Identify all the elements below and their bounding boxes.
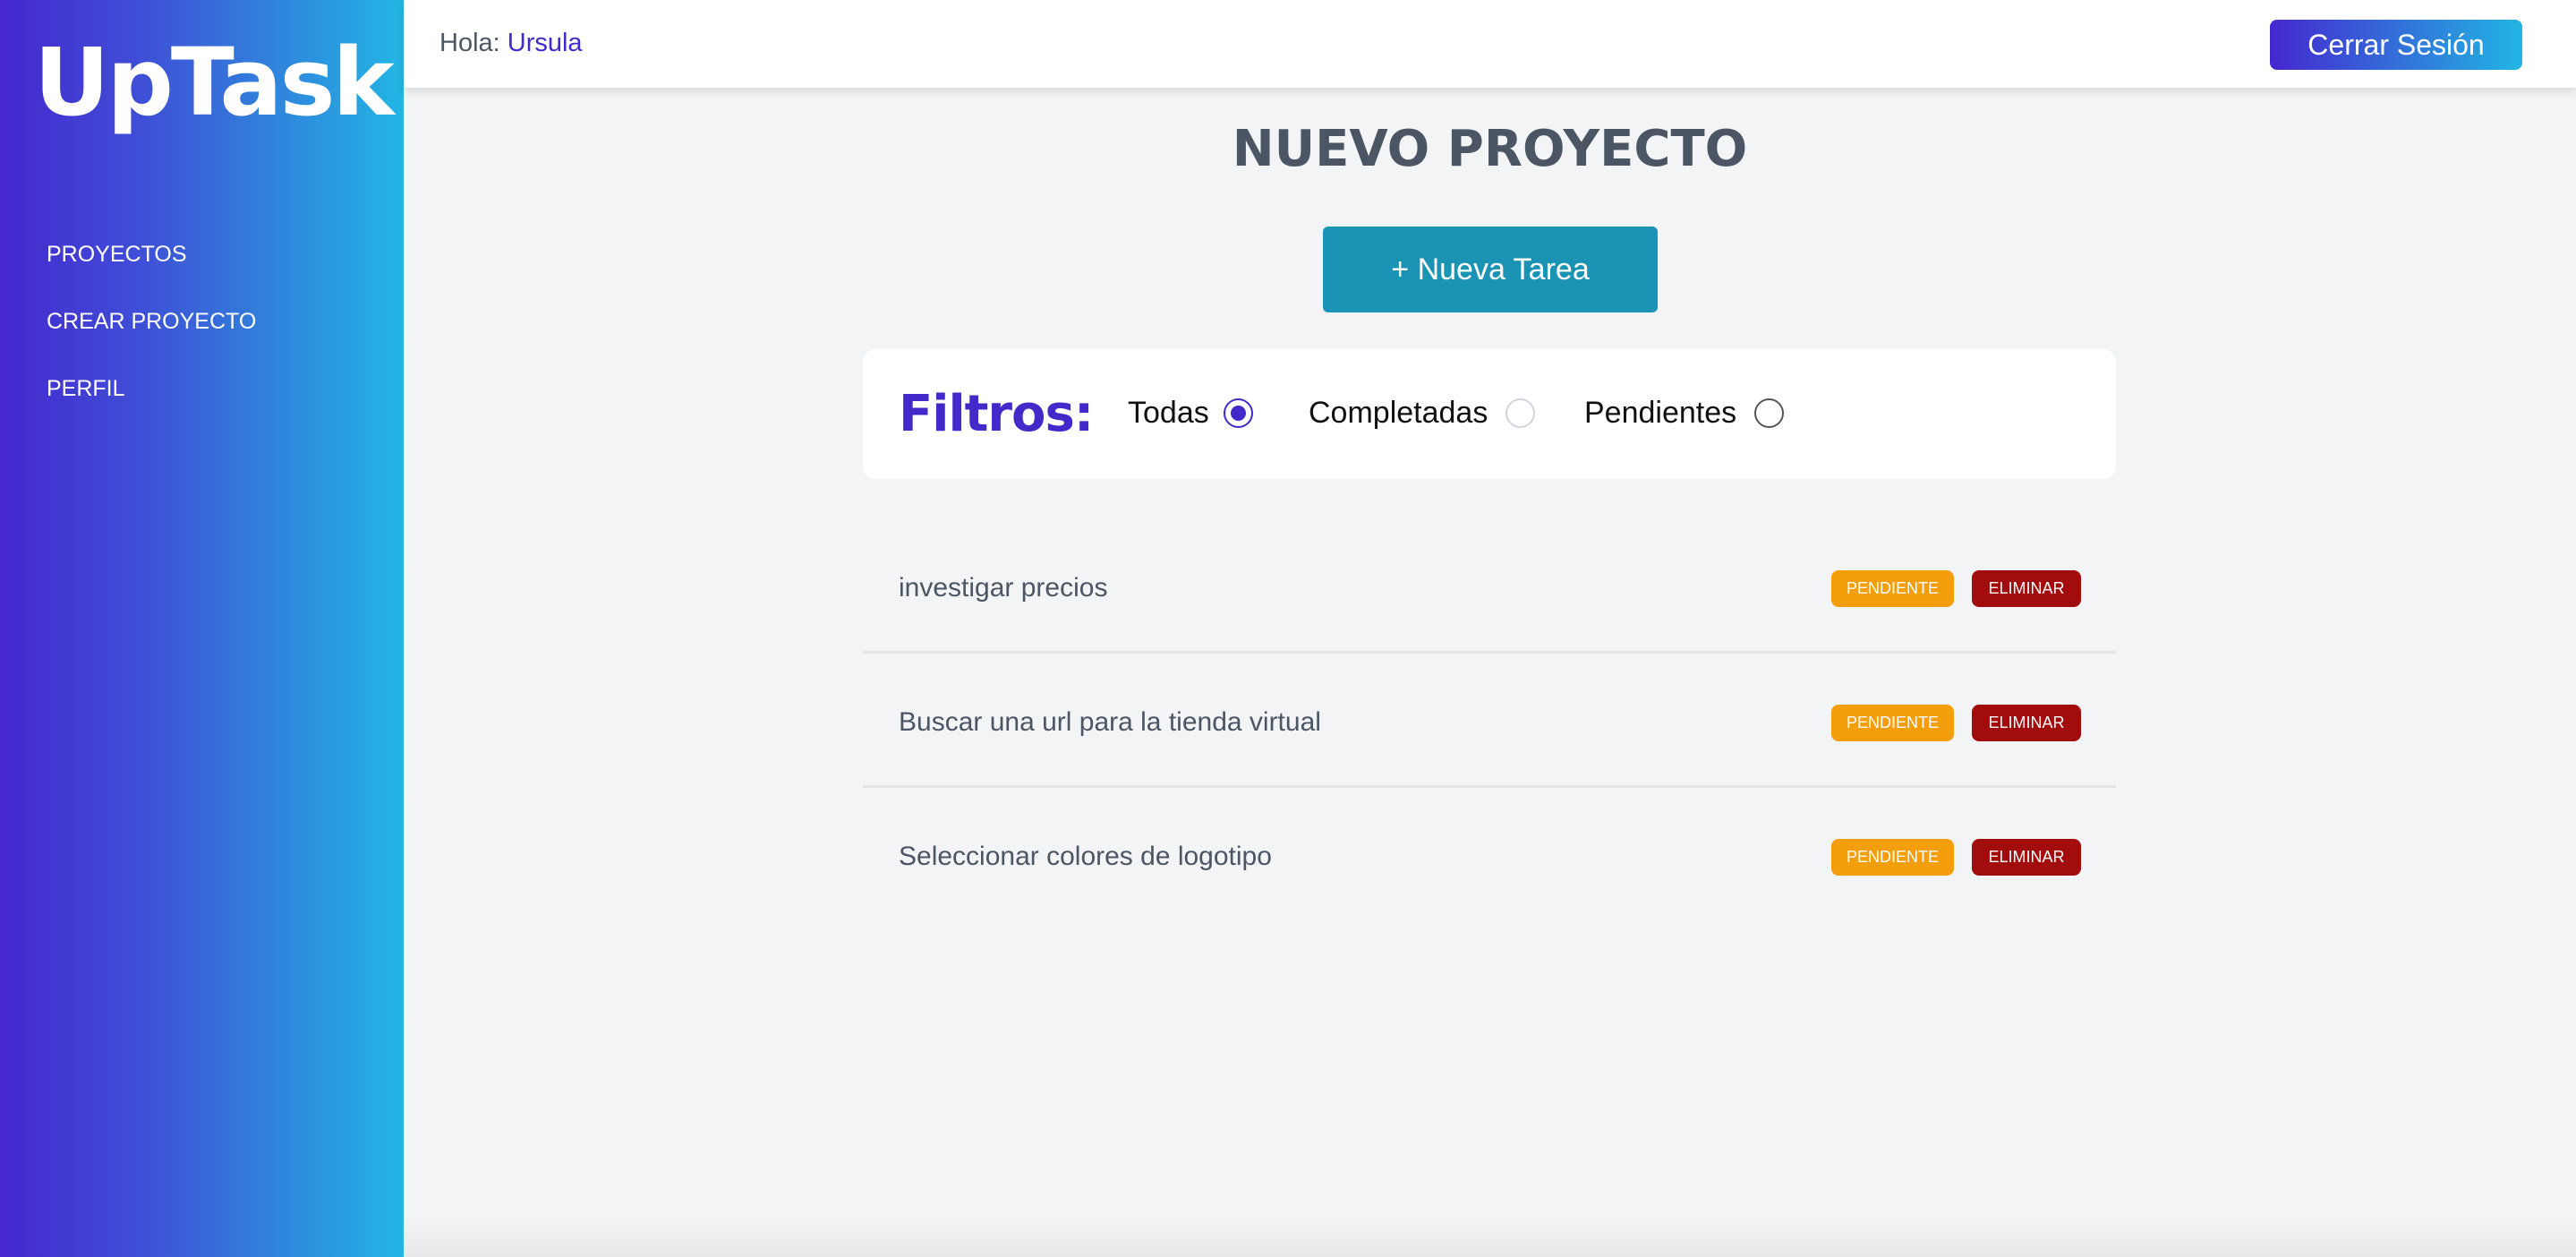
filter-todas[interactable]: Todas <box>1128 396 1253 431</box>
greeting-label: Hola: <box>439 29 500 57</box>
sidebar-nav: PROYECTOS CREAR PROYECTO PERFIL <box>47 238 256 440</box>
bottom-shade <box>404 1218 2576 1257</box>
task-delete-button[interactable]: ELIMINAR <box>1972 570 2081 607</box>
sidebar-item-proyectos[interactable]: PROYECTOS <box>47 238 256 305</box>
task-row: Seleccionar colores de logotipo PENDIENT… <box>863 788 2116 922</box>
filter-pendientes-label: Pendientes <box>1584 396 1737 430</box>
task-status-button[interactable]: PENDIENTE <box>1831 839 1954 876</box>
task-delete-button[interactable]: ELIMINAR <box>1972 839 2081 876</box>
app-logo: UpTask <box>34 28 395 137</box>
page-title: NUEVO PROYECTO <box>1232 120 1748 178</box>
task-name: Buscar una url para la tienda virtual <box>899 707 1321 737</box>
task-row: Buscar una url para la tienda virtual PE… <box>863 654 2116 788</box>
task-name: investigar precios <box>899 573 1108 603</box>
task-row: investigar precios PENDIENTE ELIMINAR <box>863 519 2116 654</box>
task-list: investigar precios PENDIENTE ELIMINAR Bu… <box>863 519 2116 922</box>
sidebar: UpTask PROYECTOS CREAR PROYECTO PERFIL <box>0 0 404 1257</box>
new-task-button[interactable]: + Nueva Tarea <box>1323 227 1658 312</box>
filter-completadas[interactable]: Completadas <box>1309 396 1536 431</box>
task-status-button[interactable]: PENDIENTE <box>1831 570 1954 607</box>
filter-pendientes[interactable]: Pendientes <box>1584 396 1785 431</box>
sidebar-item-perfil[interactable]: PERFIL <box>47 372 256 440</box>
radio-empty-icon[interactable] <box>1506 398 1536 428</box>
task-status-button[interactable]: PENDIENTE <box>1831 705 1954 741</box>
logout-button[interactable]: Cerrar Sesión <box>2270 20 2522 70</box>
radio-checked-icon[interactable] <box>1223 398 1253 428</box>
user-name: Ursula <box>507 29 583 57</box>
task-name: Seleccionar colores de logotipo <box>899 842 1272 871</box>
filters-title: Filtros: <box>899 385 1094 443</box>
filter-todas-label: Todas <box>1128 396 1209 430</box>
radio-empty-icon[interactable] <box>1754 398 1785 428</box>
filters-panel: Filtros: Todas Completadas Pendientes <box>863 349 2116 479</box>
sidebar-item-crear-proyecto[interactable]: CREAR PROYECTO <box>47 305 256 372</box>
task-delete-button[interactable]: ELIMINAR <box>1972 705 2081 741</box>
greeting: Hola: Ursula <box>439 29 583 58</box>
top-header: Hola: Ursula Cerrar Sesión <box>404 0 2576 88</box>
filter-completadas-label: Completadas <box>1309 396 1488 430</box>
